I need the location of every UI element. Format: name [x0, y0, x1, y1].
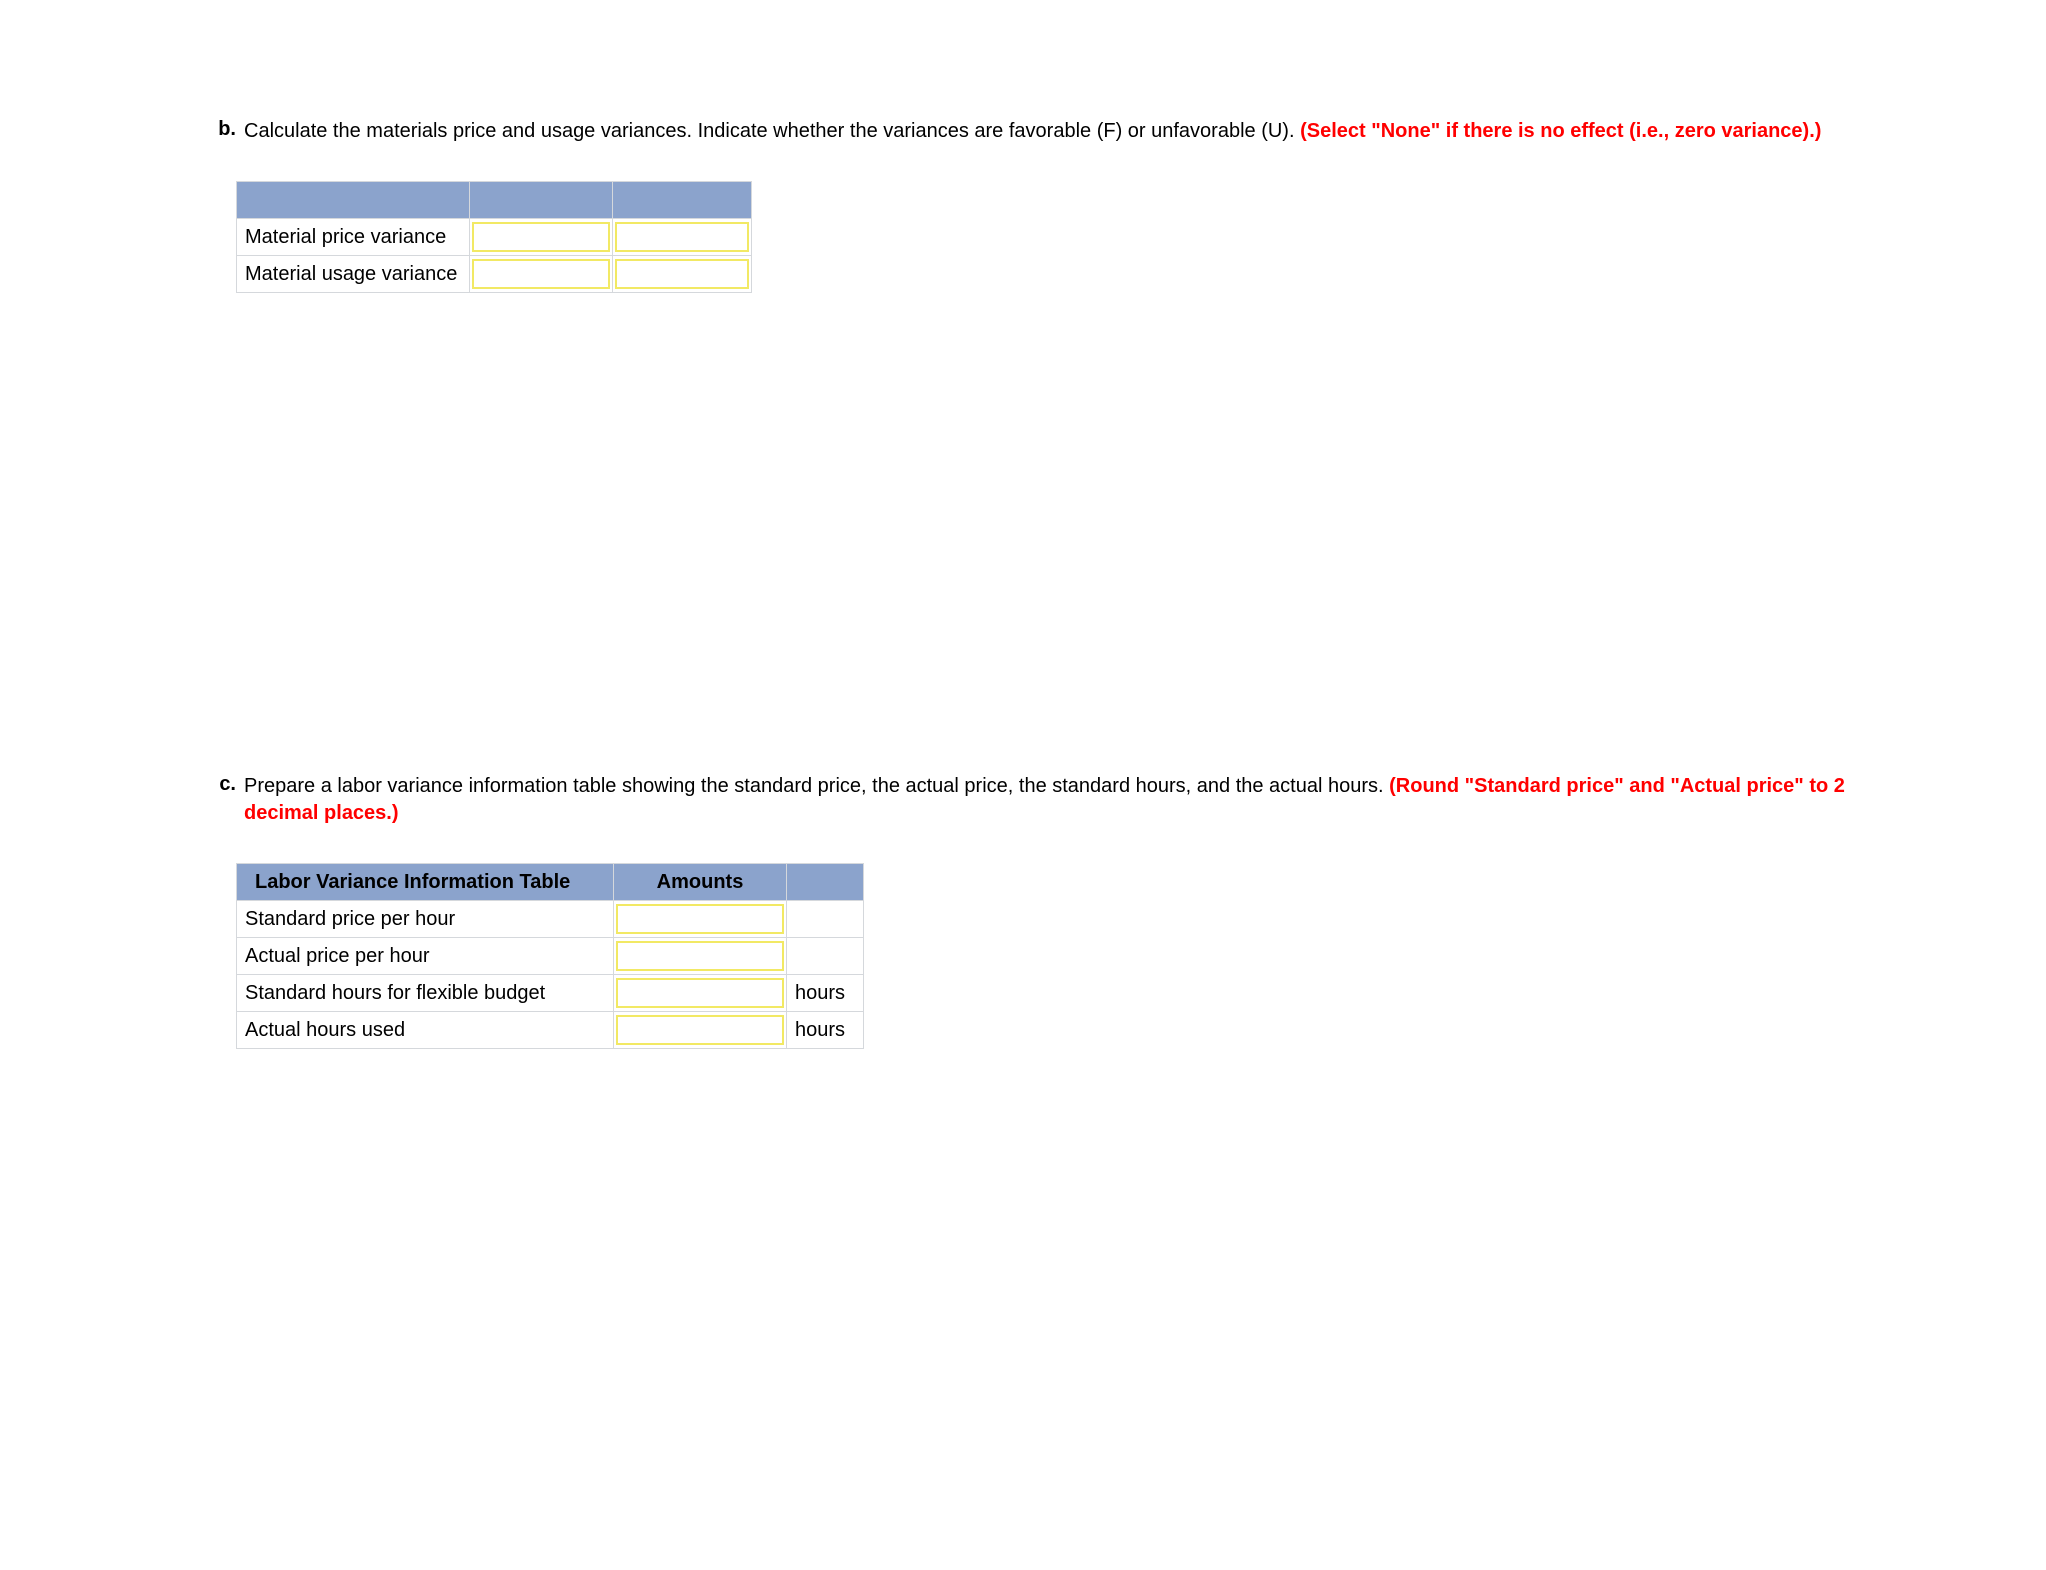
table-header-cell: Amounts: [614, 864, 787, 901]
table-header-cell: [470, 182, 613, 219]
table-header-row: [237, 182, 752, 219]
material-price-variance-fu-input[interactable]: [615, 222, 749, 252]
table-header-row: Labor Variance Information Table Amounts: [237, 864, 864, 901]
question-b: b. Calculate the materials price and usa…: [200, 118, 1846, 145]
table-b-wrap: Material price variance Material usage v…: [236, 181, 1846, 293]
input-cell: [614, 938, 787, 975]
question-text-plain: Calculate the materials price and usage …: [244, 120, 1300, 142]
row-label: Material price variance: [237, 219, 470, 256]
question-letter: b.: [200, 118, 244, 141]
standard-price-input[interactable]: [616, 904, 784, 934]
question-letter: c.: [200, 773, 244, 796]
material-price-variance-value-input[interactable]: [472, 222, 610, 252]
row-label: Standard hours for flexible budget: [237, 975, 614, 1012]
input-cell: [470, 256, 613, 293]
table-header-cell: Labor Variance Information Table: [237, 864, 614, 901]
labor-variance-table: Labor Variance Information Table Amounts…: [236, 863, 864, 1049]
table-header-cell: [613, 182, 752, 219]
row-label: Standard price per hour: [237, 901, 614, 938]
input-cell: [614, 1012, 787, 1049]
input-cell: [470, 219, 613, 256]
row-label: Actual price per hour: [237, 938, 614, 975]
table-row: Actual price per hour: [237, 938, 864, 975]
question-text-red: (Select "None" if there is no effect (i.…: [1300, 120, 1821, 142]
row-unit: [787, 938, 864, 975]
row-label: Material usage variance: [237, 256, 470, 293]
table-header-cell: [787, 864, 864, 901]
table-row: Actual hours used hours: [237, 1012, 864, 1049]
question-c: c. Prepare a labor variance information …: [200, 773, 1846, 827]
row-unit: hours: [787, 1012, 864, 1049]
input-cell: [614, 975, 787, 1012]
question-text: Calculate the materials price and usage …: [244, 118, 1846, 145]
page: b. Calculate the materials price and usa…: [0, 0, 2046, 1570]
vertical-gap: [200, 293, 1846, 773]
input-cell: [613, 256, 752, 293]
table-row: Material price variance: [237, 219, 752, 256]
input-cell: [614, 901, 787, 938]
table-row: Standard hours for flexible budget hours: [237, 975, 864, 1012]
table-c-wrap: Labor Variance Information Table Amounts…: [236, 863, 1846, 1049]
table-row: Standard price per hour: [237, 901, 864, 938]
row-label: Actual hours used: [237, 1012, 614, 1049]
question-text-plain: Prepare a labor variance information tab…: [244, 775, 1389, 797]
actual-price-input[interactable]: [616, 941, 784, 971]
materials-variance-table: Material price variance Material usage v…: [236, 181, 752, 293]
row-unit: hours: [787, 975, 864, 1012]
question-text: Prepare a labor variance information tab…: [244, 773, 1846, 827]
table-header-cell: [237, 182, 470, 219]
row-unit: [787, 901, 864, 938]
standard-hours-input[interactable]: [616, 978, 784, 1008]
actual-hours-input[interactable]: [616, 1015, 784, 1045]
material-usage-variance-value-input[interactable]: [472, 259, 610, 289]
input-cell: [613, 219, 752, 256]
table-row: Material usage variance: [237, 256, 752, 293]
material-usage-variance-fu-input[interactable]: [615, 259, 749, 289]
